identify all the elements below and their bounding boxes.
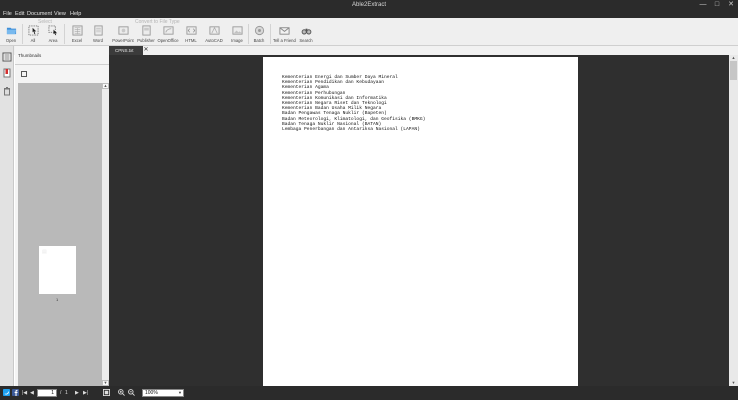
select-area-button[interactable]: Area [45, 24, 61, 46]
next-page-icon[interactable]: ▶ [75, 389, 79, 397]
left-rail [0, 46, 14, 386]
page-separator: / [60, 390, 62, 396]
html-icon [185, 26, 197, 35]
thumbnails-panel: Thumbnails ▤ 1 ▲ ▼ [15, 46, 109, 386]
convert-excel-button[interactable]: Excel [69, 24, 85, 46]
document-page[interactable]: Kementerian Energi dan Sumber Daya Miner… [263, 57, 578, 387]
last-page-icon[interactable]: ▶| [83, 389, 88, 397]
trash-icon[interactable] [2, 86, 12, 96]
previous-page-icon[interactable]: ◀ [30, 389, 34, 397]
able2extract-window: Able2Extract — □ ✕ File Edit Document Vi… [0, 0, 738, 400]
publisher-label: Publisher [137, 38, 155, 43]
facebook-icon[interactable] [12, 389, 19, 396]
status-bar: |◀ ◀ 1 / 1 ▶ ▶| 100% ▼ [0, 386, 738, 400]
openoffice-icon [162, 26, 174, 35]
toolbar-separator [22, 24, 23, 44]
binoculars-icon [301, 28, 311, 35]
menu-document[interactable]: Document [27, 10, 52, 18]
open-label: Open [5, 38, 17, 43]
convert-publisher-button[interactable]: Publisher [136, 24, 156, 46]
powerpoint-label: PowerPoint [112, 38, 134, 43]
thumbnail-preview: ▤ [42, 249, 47, 255]
fit-page-icon[interactable] [103, 389, 110, 396]
document-tab[interactable]: CPNS.txt [109, 46, 143, 55]
all-label: All [30, 38, 36, 43]
batch-button[interactable]: Batch [251, 24, 267, 46]
thumbnails-list: ▤ 1 [18, 83, 102, 386]
first-page-icon[interactable]: |◀ [22, 389, 27, 397]
tell-a-friend-button[interactable]: Tell a Friend [273, 24, 296, 46]
select-area-cursor-icon [47, 25, 57, 36]
image-icon [231, 26, 243, 35]
select-all-button[interactable]: All [26, 24, 40, 46]
title-bar: Able2Extract — □ ✕ [0, 0, 738, 10]
search-label: Search [299, 38, 313, 43]
envelope-icon [278, 27, 290, 35]
menu-edit[interactable]: Edit [15, 10, 24, 18]
folder-open-icon [6, 27, 16, 35]
twitter-icon[interactable] [3, 389, 10, 396]
menu-view[interactable]: View [54, 10, 66, 18]
thumbnails-panel-icon[interactable] [2, 52, 12, 62]
zoom-out-icon[interactable] [128, 389, 135, 396]
menu-bar: File Edit Document View Help [0, 10, 738, 18]
close-window-button[interactable]: ✕ [724, 0, 738, 10]
zoom-in-icon[interactable] [118, 389, 125, 396]
bookmark-icon[interactable] [2, 68, 12, 78]
html-label: HTML [185, 38, 197, 43]
powerpoint-icon [117, 26, 129, 35]
document-line: Lembaga Penerbangan dan Antariksa Nasion… [282, 127, 420, 133]
convert-powerpoint-button[interactable]: PowerPoint [111, 24, 135, 46]
menu-help[interactable]: Help [70, 10, 81, 18]
thumbnails-divider [15, 64, 109, 65]
convert-word-button[interactable]: Word [90, 24, 106, 46]
toolbar: Select Convert to File Type Open All Are… [0, 18, 738, 46]
open-button[interactable]: Open [2, 24, 20, 46]
maximize-button[interactable]: □ [710, 0, 724, 10]
tab-strip: CPNS.txt ✕ [0, 46, 738, 55]
menu-file[interactable]: File [3, 10, 12, 18]
thumbnails-scrollbar[interactable]: ▲ ▼ [102, 83, 109, 386]
autocad-icon [208, 26, 220, 35]
thumbnail-options-icon[interactable] [21, 71, 27, 77]
convert-openoffice-button[interactable]: OpenOffice [157, 24, 179, 46]
word-label: Word [93, 38, 103, 43]
image-label: Image [231, 38, 243, 43]
total-pages: 1 [65, 390, 68, 396]
page-thumbnail[interactable]: ▤ [39, 246, 76, 294]
document-scrollbar[interactable]: ▲ ▼ [729, 55, 738, 386]
current-page-input[interactable]: 1 [37, 389, 57, 397]
toolbar-separator [64, 24, 65, 44]
thumbnails-header: Thumbnails [15, 50, 109, 62]
excel-label: Excel [71, 38, 83, 43]
document-view: Kementerian Energi dan Sumber Daya Miner… [109, 55, 729, 387]
batch-label: Batch [253, 38, 265, 43]
window-title: Able2Extract [351, 2, 387, 8]
thumbnail-page-number: 1 [56, 297, 59, 302]
word-icon [93, 25, 103, 36]
convert-autocad-button[interactable]: AutoCAD [203, 24, 225, 46]
area-label: Area [48, 38, 58, 43]
select-all-cursor-icon [27, 25, 39, 36]
toolbar-separator [270, 24, 271, 44]
tell-a-friend-label: Tell a Friend [273, 38, 296, 43]
autocad-label: AutoCAD [205, 38, 223, 43]
document-text: Kementerian Energi dan Sumber Daya Miner… [282, 75, 425, 132]
zoom-value: 100% [145, 390, 158, 396]
convert-image-button[interactable]: Image [229, 24, 245, 46]
thumbnails-title: Thumbnails [18, 53, 42, 58]
close-tab-icon[interactable]: ✕ [142, 46, 150, 55]
search-button[interactable]: Search [298, 24, 314, 46]
chevron-down-icon: ▼ [178, 390, 182, 395]
scrollbar-thumb[interactable] [730, 61, 737, 80]
convert-html-button[interactable]: HTML [183, 24, 199, 46]
toolbar-separator [248, 24, 249, 44]
excel-icon [71, 25, 83, 36]
publisher-icon [141, 25, 151, 36]
zoom-select[interactable]: 100% ▼ [142, 389, 184, 397]
minimize-button[interactable]: — [696, 0, 710, 10]
openoffice-label: OpenOffice [157, 38, 179, 43]
batch-icon [254, 25, 264, 36]
scroll-up-icon[interactable]: ▲ [102, 83, 109, 89]
